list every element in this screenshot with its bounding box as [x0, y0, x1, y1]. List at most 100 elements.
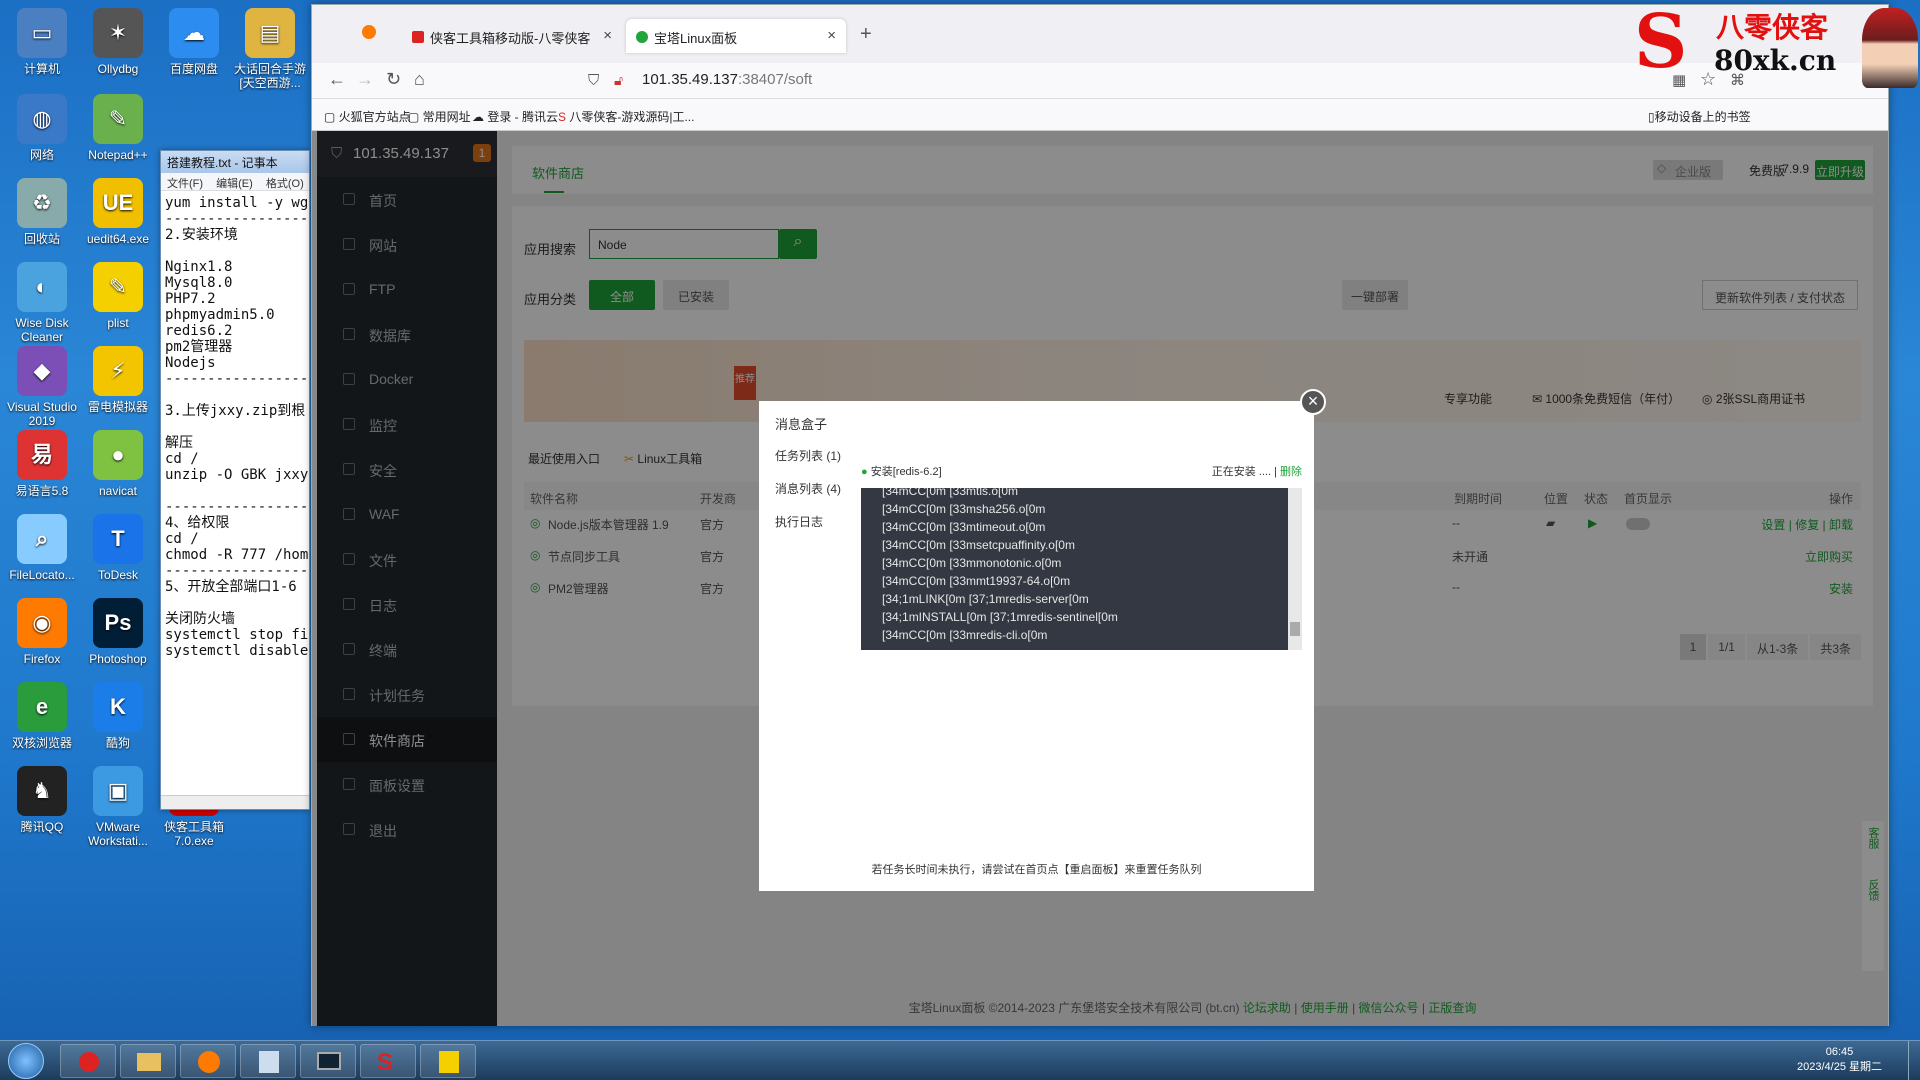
- bookmark-mobile[interactable]: ▯移动设备上的书签: [1648, 108, 1751, 125]
- log-line: [34;1mLINK[0m [37;1mredis-server[0m: [882, 592, 1089, 606]
- desktop-icon[interactable]: ✎ plist: [76, 262, 160, 330]
- desktop-icon[interactable]: ⚡ 雷电模拟器: [76, 346, 160, 414]
- app-icon: Ps: [93, 598, 143, 648]
- task-name: ● 安装[redis-6.2]: [861, 466, 942, 478]
- start-button[interactable]: [8, 1043, 44, 1079]
- delete-link[interactable]: 删除: [1280, 466, 1302, 478]
- tab-xiake[interactable]: 侠客工具箱移动版-八零侠客 ×: [402, 19, 622, 53]
- desktop-icon[interactable]: UE uedit64.exe: [76, 178, 160, 246]
- character-avatar: [1862, 8, 1918, 88]
- desktop-icon[interactable]: ♻ 回收站: [0, 178, 84, 246]
- desktop-icon-label: 计算机: [23, 62, 60, 76]
- desktop-icon[interactable]: ♞ 腾讯QQ: [0, 766, 84, 834]
- taskbar-firefox[interactable]: [180, 1044, 236, 1078]
- desktop-icon[interactable]: Ps Photoshop: [76, 598, 160, 666]
- reload-icon[interactable]: ↻: [386, 69, 401, 90]
- nav-exec-log[interactable]: 执行日志: [775, 513, 823, 530]
- log-line: [34mCC[0m [33mmonotonic.o[0m: [882, 556, 1062, 570]
- app-icon: T: [93, 514, 143, 564]
- show-desktop-button[interactable]: [1908, 1041, 1920, 1080]
- app-icon: ▤: [245, 8, 295, 58]
- app-icon: 易: [17, 430, 67, 480]
- desktop-icon[interactable]: ▣ VMware Workstati...: [76, 766, 160, 848]
- menu-file[interactable]: 文件(F): [167, 178, 203, 190]
- s-logo-icon: S: [1634, 0, 1688, 85]
- desktop-icon[interactable]: ◆ Visual Studio 2019: [0, 346, 84, 428]
- desktop-icon[interactable]: ✶ Ollydbg: [76, 8, 160, 76]
- app-icon: ✶: [93, 8, 143, 58]
- log-line: [34mCC[0m [33msha256.o[0m: [882, 502, 1046, 516]
- app-icon: K: [93, 682, 143, 732]
- bookmark-tencent[interactable]: ☁ 登录 - 腾讯云: [472, 108, 558, 125]
- log-line: [34;1mINSTALL[0m [37;1mredis-sentinel[0m: [882, 610, 1118, 624]
- install-log-terminal[interactable]: [34mCC[0m [33mtls.o[0m [34mCC[0m [33msha2…: [861, 488, 1302, 650]
- taskbar-explorer[interactable]: [120, 1044, 176, 1078]
- modal-overlay[interactable]: 消息盒子 × 任务列表 (1) 消息列表 (4) 执行日志 ● 安装[redis…: [312, 131, 1888, 1026]
- taskbar-remote[interactable]: [300, 1044, 356, 1078]
- notepad-title: 搭建教程.txt - 记事本: [161, 151, 309, 173]
- horizontal-scrollbar[interactable]: [161, 795, 309, 809]
- menu-edit[interactable]: 编辑(E): [216, 178, 253, 190]
- notepad-window[interactable]: 搭建教程.txt - 记事本 文件(F) 编辑(E) 格式(O) yum ins…: [160, 150, 310, 810]
- desktop-icon[interactable]: T ToDesk: [76, 514, 160, 582]
- lock-icon[interactable]: 🔓︎: [614, 72, 623, 89]
- scroll-thumb[interactable]: [1290, 622, 1300, 636]
- desktop-icon[interactable]: ☁ 百度网盘: [152, 8, 236, 76]
- modal-title: 消息盒子: [775, 417, 828, 432]
- close-icon[interactable]: ×: [1300, 389, 1326, 415]
- desktop-icon-label: Wise Disk Cleaner: [15, 316, 69, 344]
- close-icon[interactable]: ×: [603, 27, 612, 44]
- taskbar-xiake[interactable]: S: [360, 1044, 416, 1078]
- nav-message-list[interactable]: 消息列表 (4): [775, 480, 841, 497]
- desktop-icon[interactable]: ◐ Wise Disk Cleaner: [0, 262, 84, 344]
- app-icon: ◐: [17, 262, 67, 312]
- desktop-icon[interactable]: ◍ 网络: [0, 94, 84, 162]
- desktop-icon-label: 雷电模拟器: [87, 400, 148, 414]
- desktop-icon[interactable]: e 双核浏览器: [0, 682, 84, 750]
- address-bar[interactable]: 101.35.49.137:38407/soft: [642, 71, 812, 88]
- desktop-icon-label: plist: [107, 316, 129, 330]
- desktop-icon-label: 易语言5.8: [15, 484, 69, 498]
- taskbar-notepad[interactable]: [240, 1044, 296, 1078]
- desktop-icon[interactable]: ✎ Notepad++: [76, 94, 160, 162]
- desktop-icon[interactable]: ▭ 计算机: [0, 8, 84, 76]
- desktop-icon-label: 侠客工具箱7.0.exe: [163, 820, 224, 848]
- notepad-text[interactable]: yum install -y wge ------------------ 2.…: [161, 191, 309, 781]
- taskbar-plist[interactable]: [420, 1044, 476, 1078]
- message-box-modal: 消息盒子 × 任务列表 (1) 消息列表 (4) 执行日志 ● 安装[redis…: [759, 389, 1326, 891]
- tab-label: 宝塔Linux面板: [654, 31, 738, 46]
- menu-format[interactable]: 格式(O): [266, 178, 304, 190]
- forward-icon[interactable]: →: [356, 69, 374, 90]
- desktop-icon-label: uedit64.exe: [86, 232, 150, 246]
- watermark-logo: S 八零侠客 80xk.cn: [1630, 0, 1920, 90]
- system-clock[interactable]: 06:45 2023/4/25 星期二: [1797, 1045, 1882, 1075]
- app-icon: ☁: [169, 8, 219, 58]
- desktop-icon[interactable]: ⌕ FileLocato...: [0, 514, 84, 582]
- desktop-icon[interactable]: ◉ Firefox: [0, 598, 84, 666]
- log-line: [34mCC[0m [33msetcpuaffinity.o[0m: [882, 538, 1075, 552]
- taskbar-recorder[interactable]: [60, 1044, 116, 1078]
- scrollbar[interactable]: [1288, 488, 1302, 650]
- shield-icon[interactable]: ⛉: [588, 72, 599, 89]
- bookmark-80xk[interactable]: S 八零侠客-游戏源码|工...: [558, 108, 694, 125]
- bookmark-common[interactable]: ▢ 常用网址: [408, 108, 471, 125]
- bookmarks-bar: ▢ 火狐官方站点 ▢ 常用网址 ☁ 登录 - 腾讯云 S 八零侠客-游戏源码|工…: [312, 99, 1888, 131]
- new-tab-icon[interactable]: +: [860, 23, 872, 46]
- desktop-icon[interactable]: K 酷狗: [76, 682, 160, 750]
- desktop-icon[interactable]: ● navicat: [76, 430, 160, 498]
- desktop-icon[interactable]: 易易语言5.8: [0, 430, 84, 498]
- close-icon[interactable]: ×: [827, 27, 836, 44]
- back-icon[interactable]: ←: [328, 69, 346, 90]
- nav-task-list[interactable]: 任务列表 (1): [775, 447, 841, 464]
- firefox-icon[interactable]: [362, 25, 376, 39]
- app-icon: ⚡: [93, 346, 143, 396]
- app-icon: UE: [93, 178, 143, 228]
- clock-date: 2023/4/25 星期二: [1797, 1061, 1882, 1073]
- desktop-icon-label: 酷狗: [105, 736, 130, 750]
- desktop-icon-label: Visual Studio 2019: [7, 400, 77, 428]
- app-icon: ●: [93, 430, 143, 480]
- home-icon[interactable]: ⌂: [414, 69, 425, 90]
- bookmark-firefox[interactable]: ▢ 火狐官方站点: [324, 108, 411, 125]
- tab-bt-panel[interactable]: 宝塔Linux面板 ×: [626, 19, 846, 53]
- desktop-icon[interactable]: ▤ 大话回合手游[天空西游...: [228, 8, 312, 90]
